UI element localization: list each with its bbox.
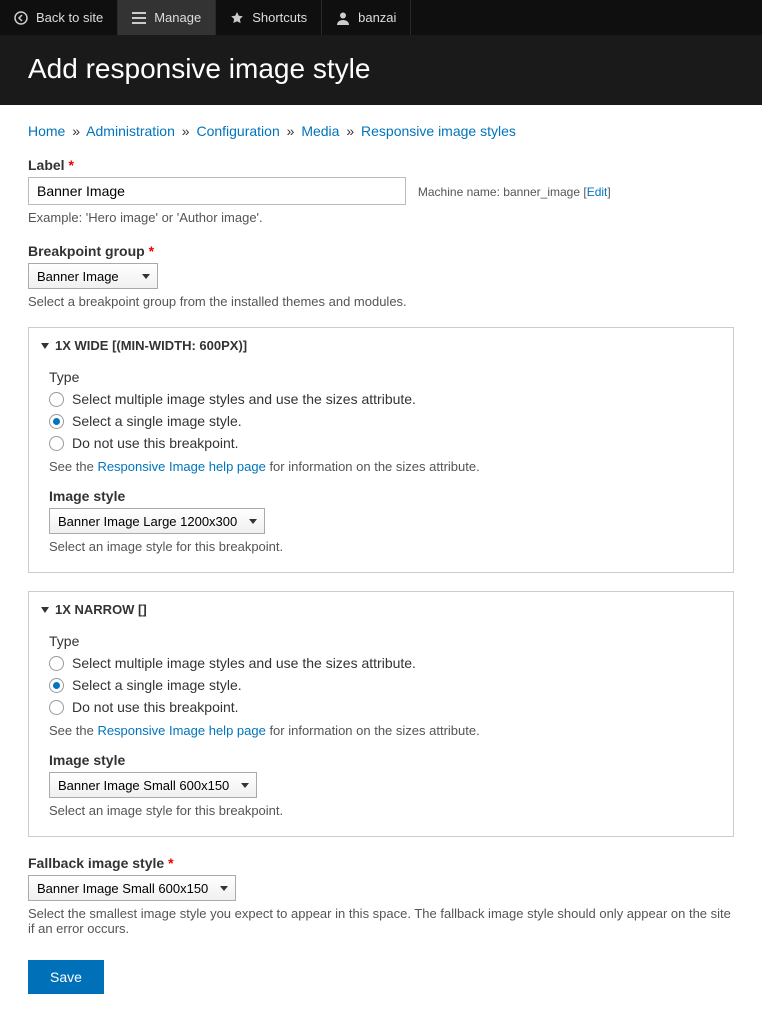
radio-wide-multiple[interactable]	[49, 392, 64, 407]
image-style-desc-wide: Select an image style for this breakpoin…	[49, 539, 713, 554]
type-label-wide: Type	[49, 369, 79, 385]
breakpoint-narrow-panel: 1X Narrow [] Type Select multiple image …	[28, 591, 734, 837]
image-style-label-wide: Image style	[49, 488, 713, 504]
breadcrumb: Home » Administration » Configuration » …	[28, 123, 734, 139]
breadcrumb-current[interactable]: Responsive image styles	[361, 123, 516, 139]
back-label: Back to site	[36, 10, 103, 25]
help-wide: See the Responsive Image help page for i…	[49, 459, 713, 474]
hamburger-icon	[132, 12, 146, 24]
label-field-wrap: Label * Machine name: banner_image [Edit…	[28, 157, 734, 225]
back-to-site-button[interactable]: Back to site	[0, 0, 118, 35]
machine-name: Machine name: banner_image [Edit]	[418, 185, 611, 199]
label-example: Example: 'Hero image' or 'Author image'.	[28, 210, 734, 225]
back-icon	[14, 11, 28, 25]
manage-button[interactable]: Manage	[118, 0, 216, 35]
fallback-select[interactable]: Banner Image Small 600x150	[28, 875, 236, 901]
breadcrumb-config[interactable]: Configuration	[196, 123, 279, 139]
breakpoint-narrow-summary[interactable]: 1X Narrow []	[29, 592, 733, 627]
help-link-wide[interactable]: Responsive Image help page	[97, 459, 265, 474]
save-button[interactable]: Save	[28, 960, 104, 994]
content: Home » Administration » Configuration » …	[0, 105, 762, 1024]
user-icon	[336, 11, 350, 25]
breakpoint-group-label: Breakpoint group *	[28, 243, 734, 259]
image-style-label-narrow: Image style	[49, 752, 713, 768]
breakpoint-group-desc: Select a breakpoint group from the insta…	[28, 294, 734, 309]
help-link-narrow[interactable]: Responsive Image help page	[97, 723, 265, 738]
breakpoint-group-wrap: Breakpoint group * Banner Image Select a…	[28, 243, 734, 309]
page-header: Add responsive image style	[0, 35, 762, 105]
user-button[interactable]: banzai	[322, 0, 411, 35]
radio-narrow-single[interactable]	[49, 678, 64, 693]
breadcrumb-admin[interactable]: Administration	[86, 123, 175, 139]
fallback-wrap: Fallback image style * Banner Image Smal…	[28, 855, 734, 936]
breadcrumb-media[interactable]: Media	[301, 123, 339, 139]
breadcrumb-home[interactable]: Home	[28, 123, 65, 139]
label-input[interactable]	[28, 177, 406, 205]
image-style-select-wide[interactable]: Banner Image Large 1200x300	[49, 508, 265, 534]
star-icon	[230, 11, 244, 25]
breakpoint-group-select[interactable]: Banner Image	[28, 263, 158, 289]
fallback-desc: Select the smallest image style you expe…	[28, 906, 734, 936]
shortcuts-label: Shortcuts	[252, 10, 307, 25]
radio-narrow-multiple[interactable]	[49, 656, 64, 671]
shortcuts-button[interactable]: Shortcuts	[216, 0, 322, 35]
manage-label: Manage	[154, 10, 201, 25]
page-title: Add responsive image style	[28, 53, 734, 85]
image-style-desc-narrow: Select an image style for this breakpoin…	[49, 803, 713, 818]
radio-wide-none[interactable]	[49, 436, 64, 451]
user-label: banzai	[358, 10, 396, 25]
breakpoint-wide-panel: 1X Wide [(min-width: 600px)] Type Select…	[28, 327, 734, 573]
image-style-select-narrow[interactable]: Banner Image Small 600x150	[49, 772, 257, 798]
fallback-label: Fallback image style *	[28, 855, 734, 871]
breakpoint-wide-summary[interactable]: 1X Wide [(min-width: 600px)]	[29, 328, 733, 363]
help-narrow: See the Responsive Image help page for i…	[49, 723, 713, 738]
radio-wide-single[interactable]	[49, 414, 64, 429]
admin-toolbar: Back to site Manage Shortcuts banzai	[0, 0, 762, 35]
machine-name-edit[interactable]: Edit	[587, 185, 608, 199]
label-field-label: Label *	[28, 157, 734, 173]
type-label-narrow: Type	[49, 633, 79, 649]
radio-narrow-none[interactable]	[49, 700, 64, 715]
